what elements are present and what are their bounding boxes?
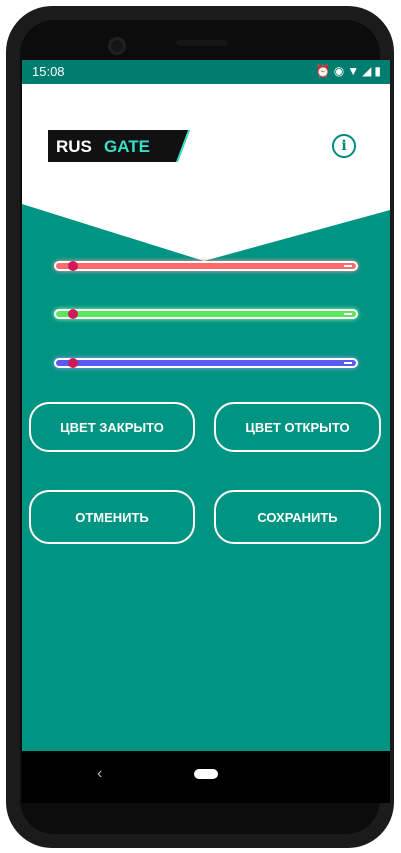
green-slider-end-mark <box>344 313 352 315</box>
wifi-icon: ▼ <box>347 64 363 78</box>
status-time: 15:08 <box>32 64 65 79</box>
red-slider-track <box>56 263 356 269</box>
info-icon[interactable]: i <box>332 134 356 158</box>
logo-text-gate: GATE <box>104 137 150 156</box>
header-panel <box>22 84 390 261</box>
save-button[interactable]: СОХРАНИТЬ <box>214 490 381 544</box>
cancel-button[interactable]: ОТМЕНИТЬ <box>29 490 195 544</box>
alarm-icon: ⏰ <box>315 64 334 78</box>
status-bar: 15:08 ⏰◉▼◢▮ <box>22 60 390 84</box>
speaker-grille <box>176 40 228 46</box>
vibrate-icon: ◉ <box>333 64 348 78</box>
red-slider-thumb[interactable] <box>67 261 78 271</box>
home-icon[interactable] <box>194 769 218 779</box>
color-closed-button[interactable]: ЦВЕТ ЗАКРЫТО <box>29 402 195 452</box>
app-screen: 15:08 ⏰◉▼◢▮ RUS GATE i ЦВЕТ ЗАКРЫТО ЦВЕТ… <box>22 60 390 751</box>
navigation-bar: ‹ <box>22 751 390 803</box>
battery-icon: ▮ <box>374 64 384 78</box>
blue-slider[interactable] <box>54 358 358 368</box>
green-slider-thumb[interactable] <box>67 309 78 319</box>
camera <box>108 37 126 55</box>
blue-slider-end-mark <box>344 362 352 364</box>
blue-slider-thumb[interactable] <box>67 358 78 368</box>
status-icons: ⏰◉▼◢▮ <box>316 64 384 78</box>
red-slider-end-mark <box>344 265 352 267</box>
red-slider[interactable] <box>54 261 358 271</box>
green-slider[interactable] <box>54 309 358 319</box>
blue-slider-track <box>56 360 356 366</box>
signal-icon: ◢ <box>362 64 375 78</box>
green-slider-track <box>56 311 356 317</box>
back-icon[interactable]: ‹ <box>97 765 102 783</box>
rusgate-logo: RUS GATE <box>48 130 190 162</box>
logo-text-rus: RUS <box>56 137 92 156</box>
color-open-button[interactable]: ЦВЕТ ОТКРЫТО <box>214 402 381 452</box>
